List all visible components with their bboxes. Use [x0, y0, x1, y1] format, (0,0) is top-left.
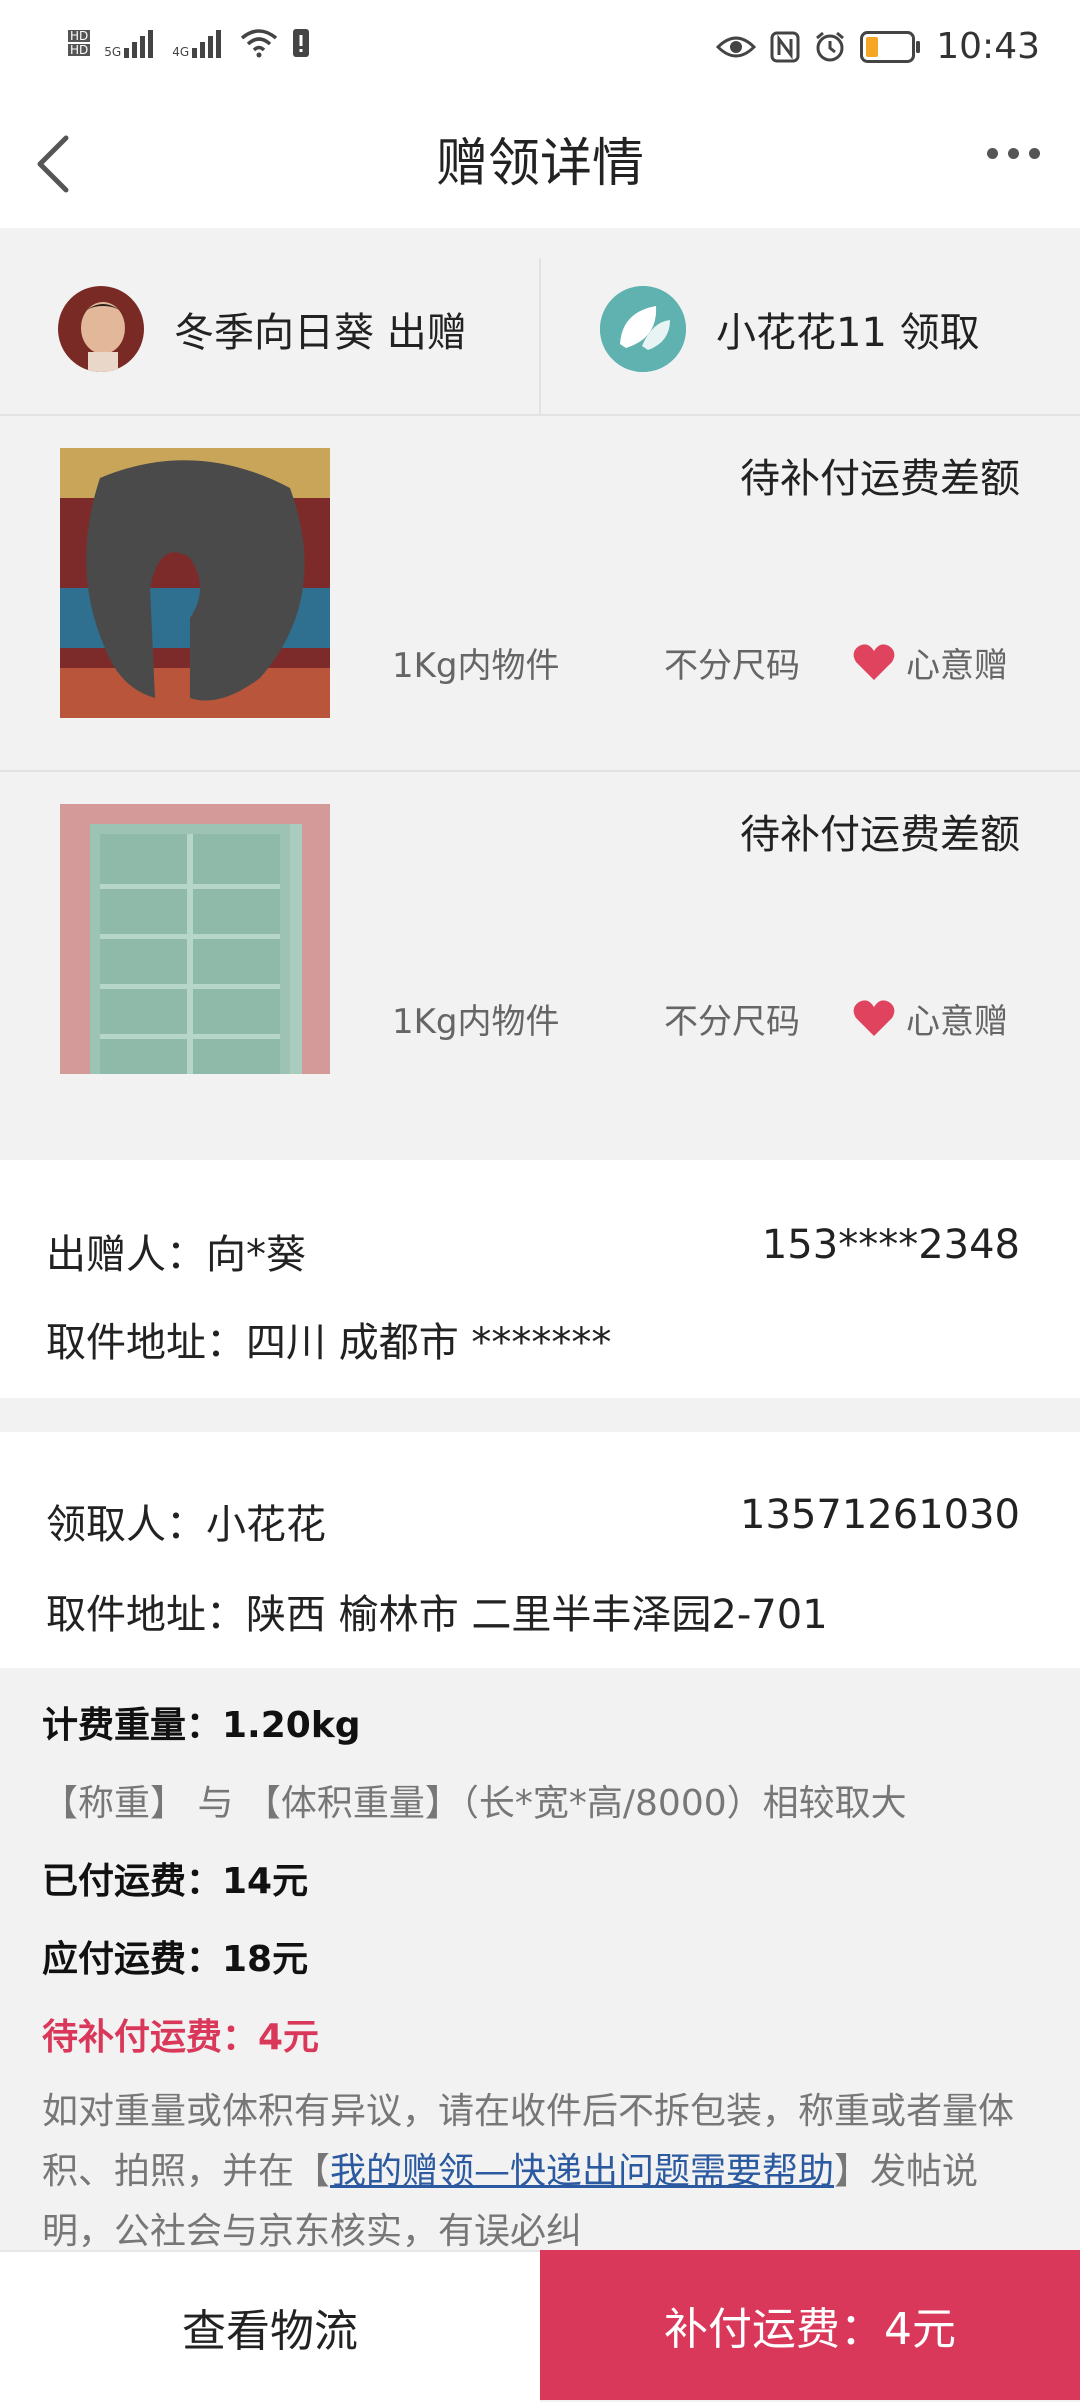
wifi-icon: [241, 29, 278, 58]
gift-item[interactable]: 待补付运费差额 1Kg内物件 不分尺码 心意赠: [0, 416, 1080, 768]
gift-item[interactable]: 待补付运费差额 1Kg内物件 不分尺码 心意赠: [0, 772, 1080, 1124]
hd-indicator: HD HD: [68, 29, 91, 57]
item-size: 不分尺码: [664, 646, 800, 686]
item-image: [60, 804, 330, 1074]
status-left: HD HD 5G 4G: [68, 28, 310, 58]
item-gift-type: 心意赠: [906, 1002, 1008, 1042]
receiver-info: 领取人：小花花 13571261030 取件地址：陕西 榆林市 二里半丰泽园2-…: [0, 1432, 1080, 1668]
receiver-label: 小花花11 领取: [716, 310, 980, 356]
more-options-icon[interactable]: [987, 148, 1040, 159]
bottom-action-bar: 查看物流 补付运费：4元: [0, 2250, 1080, 2402]
giver-label: 冬季向日葵 出赠: [174, 310, 467, 356]
sender-name: 出赠人：向*葵: [46, 1232, 306, 1278]
status-bar: HD HD 5G 4G 10:43: [0, 0, 1080, 100]
weight-rule: 【称重】 与 【体积重量】（长*宽*高/8000）相较取大: [42, 1783, 907, 1824]
billing-weight: 计费重量：1.20kg: [42, 1705, 361, 1746]
view-logistics-button[interactable]: 查看物流: [0, 2250, 540, 2402]
due-fee: 应付运费：18元: [42, 1939, 309, 1980]
shipping-fee-details: 计费重量：1.20kg 【称重】 与 【体积重量】（长*宽*高/8000）相较取…: [0, 1668, 1080, 2250]
signal-5g-icon: 5G: [104, 28, 158, 58]
receiver-phone[interactable]: 13571261030: [740, 1492, 1020, 1538]
item-status: 待补付运费差额: [740, 456, 1020, 502]
giver[interactable]: 冬季向日葵 出赠: [58, 286, 467, 372]
sender-phone[interactable]: 153****2348: [762, 1222, 1020, 1268]
receiver-address: 取件地址：陕西 榆林市 二里半丰泽园2-701: [46, 1592, 828, 1638]
item-weight: 1Kg内物件: [392, 646, 560, 686]
receiver-avatar: [600, 286, 686, 372]
item-image: [60, 448, 330, 718]
giver-receiver-row: 冬季向日葵 出赠 小花花11 领取: [0, 258, 1080, 416]
hd-label: HD: [68, 43, 91, 57]
item-weight: 1Kg内物件: [392, 1002, 560, 1042]
divider: [539, 258, 541, 414]
battery-icon: [860, 30, 921, 63]
help-link[interactable]: 我的赠领—快递出问题需要帮助: [330, 2151, 834, 2192]
pay-shipping-button[interactable]: 补付运费：4元: [540, 2250, 1080, 2400]
nfc-icon: [770, 31, 800, 62]
signal-4g-icon: 4G: [172, 28, 226, 58]
item-size: 不分尺码: [664, 1002, 800, 1042]
sim-alert-icon: [293, 29, 310, 57]
hd-label: HD: [68, 29, 91, 43]
clock: 10:43: [936, 26, 1040, 67]
item-status: 待补付运费差额: [740, 812, 1020, 858]
giver-avatar: [58, 286, 144, 372]
receiver[interactable]: 小花花11 领取: [600, 286, 980, 372]
sender-info: 出赠人：向*葵 153****2348 取件地址：四川 成都市 *******: [0, 1160, 1080, 1398]
title-bar: 赠领详情: [0, 100, 1080, 228]
pending-fee: 待补付运费：4元: [42, 2017, 320, 2058]
heart-icon: [853, 1000, 895, 1036]
page-title: 赠领详情: [435, 134, 644, 194]
heart-icon: [853, 644, 895, 680]
dot: [1008, 148, 1019, 159]
dot: [1029, 148, 1040, 159]
dot: [987, 148, 998, 159]
receiver-name: 领取人：小花花: [46, 1502, 326, 1548]
paid-fee: 已付运费：14元: [42, 1861, 309, 1902]
dispute-note: 如对重量或体积有异议，请在收件后不拆包装，称重或者量体积、拍照，并在【我的赠领—…: [42, 2082, 1042, 2250]
eye-icon: [716, 36, 757, 57]
status-right: 10:43: [716, 26, 1040, 67]
sender-address: 取件地址：四川 成都市 *******: [46, 1320, 612, 1366]
alarm-icon: [816, 31, 845, 61]
network-type-label: 5G: [104, 45, 122, 59]
network-type-label: 4G: [172, 45, 190, 59]
item-gift-type: 心意赠: [906, 646, 1008, 686]
